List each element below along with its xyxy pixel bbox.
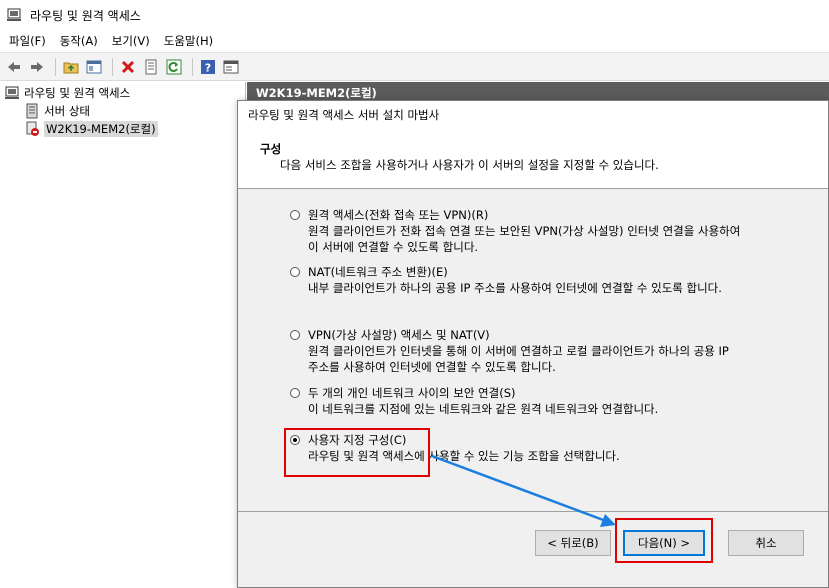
back-button[interactable]: < 뒤로(B) <box>535 530 611 556</box>
forward-arrow-icon[interactable] <box>27 57 47 77</box>
delete-icon[interactable] <box>118 57 138 77</box>
menu-help[interactable]: 도움말(H) <box>157 30 220 52</box>
help-icon[interactable]: ? <box>198 57 218 77</box>
routing-remote-access-icon <box>7 8 21 21</box>
setup-wizard-dialog: 라우팅 및 원격 액세스 서버 설치 마법사 구성 다음 서비스 조합을 사용하… <box>237 100 829 588</box>
tree-item-server[interactable]: W2K19-MEM2(로컬) <box>24 120 158 138</box>
wizard-heading: 구성 <box>260 142 282 156</box>
routing-remote-access-icon <box>5 86 19 99</box>
option-vpn-nat[interactable]: VPN(가상 사설망) 액세스 및 NAT(V) 원격 클라이언트가 인터넷을 … <box>290 326 798 375</box>
menu-file[interactable]: 파일(F) <box>0 30 53 52</box>
console-tree[interactable]: 라우팅 및 원격 액세스 서버 상태 W2K19-MEM2(로컬) <box>0 82 246 588</box>
option-description: 라우팅 및 원격 액세스에 사용할 수 있는 기능 조합을 선택합니다. <box>308 448 798 464</box>
svg-text:?: ? <box>205 61 211 74</box>
option-desc-line: 원격 클라이언트가 전화 접속 연결 또는 보안된 VPN(가상 사설망) 인터… <box>308 224 741 238</box>
tree-item-label: 서버 상태 <box>44 104 90 118</box>
option-desc-line: 주소를 사용하여 인터넷에 연결할 수 있도록 합니다. <box>308 360 556 374</box>
cancel-button[interactable]: 취소 <box>728 530 804 556</box>
option-description: 원격 클라이언트가 전화 접속 연결 또는 보안된 VPN(가상 사설망) 인터… <box>308 223 798 255</box>
option-label: VPN(가상 사설망) 액세스 및 NAT(V) <box>308 327 490 342</box>
menu-view[interactable]: 보기(V) <box>105 30 157 52</box>
wizard-divider <box>238 511 828 512</box>
radio-custom-config[interactable] <box>290 434 300 445</box>
wizard-subheading: 다음 서비스 조합을 사용하거나 사용자가 이 서버의 설정을 지정할 수 있습… <box>280 158 659 172</box>
tree-item-server-status[interactable]: 서버 상태 <box>24 102 90 120</box>
option-label: 원격 액세스(전화 접속 또는 VPN)(R) <box>308 207 489 222</box>
toolbar-separator <box>192 57 193 76</box>
wizard-options: 원격 액세스(전화 접속 또는 VPN)(R) 원격 클라이언트가 전화 접속 … <box>238 190 828 510</box>
radio-secure-connection[interactable] <box>290 387 300 398</box>
next-button[interactable]: 다음(N) > <box>623 530 705 556</box>
option-description: 원격 클라이언트가 인터넷을 통해 이 서버에 연결하고 로컬 클라이언트가 하… <box>308 343 798 375</box>
show-hide-tree-icon[interactable] <box>84 57 104 77</box>
radio-remote-access[interactable] <box>290 209 300 220</box>
toolbar-separator <box>55 57 56 76</box>
option-custom-config[interactable]: 사용자 지정 구성(C) 라우팅 및 원격 액세스에 사용할 수 있는 기능 조… <box>290 431 798 464</box>
menu-action[interactable]: 동작(A) <box>53 30 105 52</box>
back-arrow-icon[interactable] <box>4 57 24 77</box>
properties-icon[interactable] <box>141 57 161 77</box>
option-desc-line: 이 네트워크를 지점에 있는 네트워크와 같은 원격 네트워크와 연결합니다. <box>308 402 659 416</box>
window-title: 라우팅 및 원격 액세스 <box>30 8 141 23</box>
option-label: 사용자 지정 구성(C) <box>308 432 407 447</box>
option-secure-connection[interactable]: 두 개의 개인 네트워크 사이의 보안 연결(S) 이 네트워크를 지점에 있는… <box>290 384 798 417</box>
option-desc-line: 이 서버에 연결할 수 있도록 합니다. <box>308 240 479 254</box>
wizard-title: 라우팅 및 원격 액세스 서버 설치 마법사 <box>238 101 828 129</box>
option-desc-line: 라우팅 및 원격 액세스에 사용할 수 있는 기능 조합을 선택합니다. <box>308 449 620 463</box>
server-stopped-icon <box>26 121 39 136</box>
menu-bar: 파일(F) 동작(A) 보기(V) 도움말(H) <box>0 30 829 52</box>
title-bar: 라우팅 및 원격 액세스 <box>0 0 829 30</box>
option-label: 두 개의 개인 네트워크 사이의 보안 연결(S) <box>308 385 516 400</box>
up-folder-icon[interactable] <box>61 57 81 77</box>
radio-nat[interactable] <box>290 266 300 277</box>
option-description: 내부 클라이언트가 하나의 공용 IP 주소를 사용하여 인터넷에 연결할 수 … <box>308 280 798 296</box>
option-nat[interactable]: NAT(네트워크 주소 변환)(E) 내부 클라이언트가 하나의 공용 IP 주… <box>290 263 798 296</box>
toolbar: ? <box>0 52 829 81</box>
action-pane-icon[interactable] <box>221 57 241 77</box>
tree-item-label: 라우팅 및 원격 액세스 <box>24 86 131 100</box>
radio-vpn-nat[interactable] <box>290 329 300 340</box>
toolbar-separator <box>112 57 113 76</box>
server-status-icon <box>26 103 38 119</box>
option-desc-line: 내부 클라이언트가 하나의 공용 IP 주소를 사용하여 인터넷에 연결할 수 … <box>308 281 722 295</box>
refresh-icon[interactable] <box>164 57 184 77</box>
option-remote-access[interactable]: 원격 액세스(전화 접속 또는 VPN)(R) 원격 클라이언트가 전화 접속 … <box>290 206 798 255</box>
wizard-header: 구성 다음 서비스 조합을 사용하거나 사용자가 이 서버의 설정을 지정할 수… <box>238 129 828 189</box>
tree-item-label: W2K19-MEM2(로컬) <box>44 121 158 137</box>
option-label: NAT(네트워크 주소 변환)(E) <box>308 264 448 279</box>
tree-item-root[interactable]: 라우팅 및 원격 액세스 <box>4 84 130 102</box>
option-description: 이 네트워크를 지점에 있는 네트워크와 같은 원격 네트워크와 연결합니다. <box>308 401 798 417</box>
option-desc-line: 원격 클라이언트가 인터넷을 통해 이 서버에 연결하고 로컬 클라이언트가 하… <box>308 344 729 358</box>
